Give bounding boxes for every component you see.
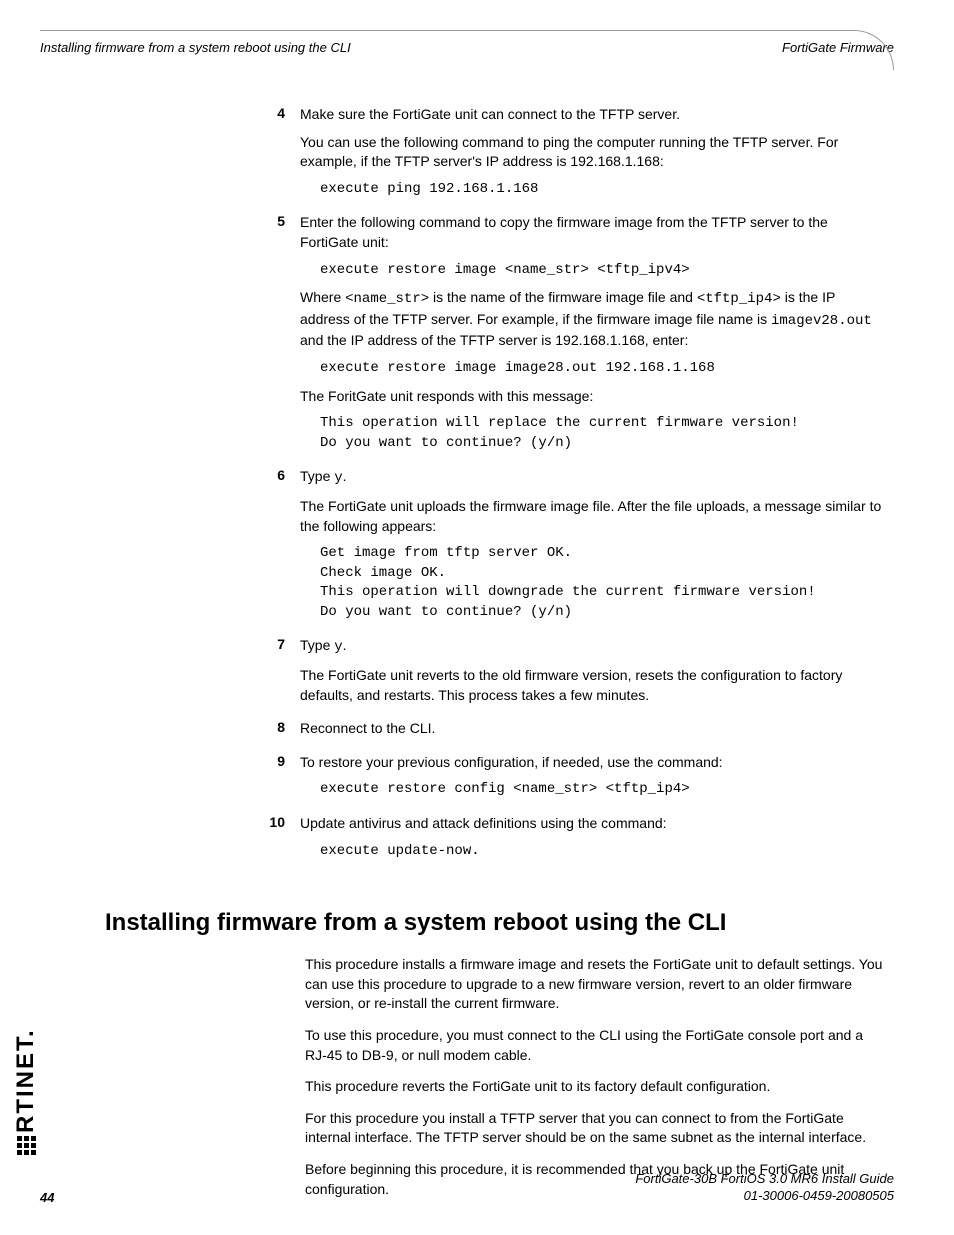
step-text: To restore your previous configuration, … xyxy=(300,753,884,773)
step-text: The FortiGate unit reverts to the old fi… xyxy=(300,666,884,705)
step-body: Update antivirus and attack definitions … xyxy=(300,814,884,869)
step-text: Update antivirus and attack definitions … xyxy=(300,814,884,834)
inline-code: <name_str> xyxy=(345,291,429,307)
step-number: 7 xyxy=(265,636,300,713)
code-block: Get image from tftp server OK. Check ima… xyxy=(320,544,884,622)
code-block: This operation will replace the current … xyxy=(320,414,884,453)
step-5: 5 Enter the following command to copy th… xyxy=(265,213,884,461)
code-block: execute restore image image28.out 192.16… xyxy=(320,359,884,379)
logo-text: RTINET xyxy=(12,1037,39,1133)
step-body: To restore your previous configuration, … xyxy=(300,753,884,808)
step-text: Type y. xyxy=(300,636,884,658)
code-block: execute update-now. xyxy=(320,842,884,862)
main-content: 4 Make sure the FortiGate unit can conne… xyxy=(265,105,884,869)
step-text: You can use the following command to pin… xyxy=(300,133,884,172)
code-block: execute ping 192.168.1.168 xyxy=(320,180,884,200)
step-body: Type y. The FortiGate unit uploads the f… xyxy=(300,467,884,630)
step-8: 8 Reconnect to the CLI. xyxy=(265,719,884,747)
inline-code: y xyxy=(334,639,342,655)
step-body: Type y. The FortiGate unit reverts to th… xyxy=(300,636,884,713)
code-block: execute restore config <name_str> <tftp_… xyxy=(320,780,884,800)
step-4: 4 Make sure the FortiGate unit can conne… xyxy=(265,105,884,207)
page-footer: 44 FortiGate-30B FortiOS 3.0 MR6 Install… xyxy=(40,1171,894,1205)
step-body: Make sure the FortiGate unit can connect… xyxy=(300,105,884,207)
step-text: Type y. xyxy=(300,467,884,489)
fortinet-logo: RTINET. xyxy=(12,1028,40,1155)
step-number: 6 xyxy=(265,467,300,630)
fortinet-icon xyxy=(17,1135,37,1155)
code-block: execute restore image <name_str> <tftp_i… xyxy=(320,261,884,281)
step-text: Reconnect to the CLI. xyxy=(300,719,884,739)
step-number: 8 xyxy=(265,719,300,747)
section-text: This procedure reverts the FortiGate uni… xyxy=(305,1077,884,1097)
step-text: The ForitGate unit responds with this me… xyxy=(300,387,884,407)
section-heading: Installing firmware from a system reboot… xyxy=(105,909,894,937)
step-7: 7 Type y. The FortiGate unit reverts to … xyxy=(265,636,884,713)
step-number: 9 xyxy=(265,753,300,808)
inline-code: y xyxy=(334,470,342,486)
step-9: 9 To restore your previous configuration… xyxy=(265,753,884,808)
footer-line: 01-30006-0459-20080505 xyxy=(635,1188,894,1205)
footer-line: FortiGate-30B FortiOS 3.0 MR6 Install Gu… xyxy=(635,1171,894,1188)
step-text: The FortiGate unit uploads the firmware … xyxy=(300,497,884,536)
step-number: 5 xyxy=(265,213,300,461)
step-10: 10 Update antivirus and attack definitio… xyxy=(265,814,884,869)
footer-right: FortiGate-30B FortiOS 3.0 MR6 Install Gu… xyxy=(635,1171,894,1205)
section-text: This procedure installs a firmware image… xyxy=(305,955,884,1014)
section-body: This procedure installs a firmware image… xyxy=(305,955,884,1199)
step-number: 4 xyxy=(265,105,300,207)
step-text: Where <name_str> is the name of the firm… xyxy=(300,288,884,351)
inline-code: imagev28.out xyxy=(771,313,872,329)
step-6: 6 Type y. The FortiGate unit uploads the… xyxy=(265,467,884,630)
step-number: 10 xyxy=(265,814,300,869)
page-number: 44 xyxy=(40,1190,54,1205)
step-text: Enter the following command to copy the … xyxy=(300,213,884,252)
step-body: Enter the following command to copy the … xyxy=(300,213,884,461)
step-text: Make sure the FortiGate unit can connect… xyxy=(300,105,884,125)
step-body: Reconnect to the CLI. xyxy=(300,719,884,747)
section-text: For this procedure you install a TFTP se… xyxy=(305,1109,884,1148)
section-text: To use this procedure, you must connect … xyxy=(305,1026,884,1065)
inline-code: <tftp_ip4> xyxy=(697,291,781,307)
